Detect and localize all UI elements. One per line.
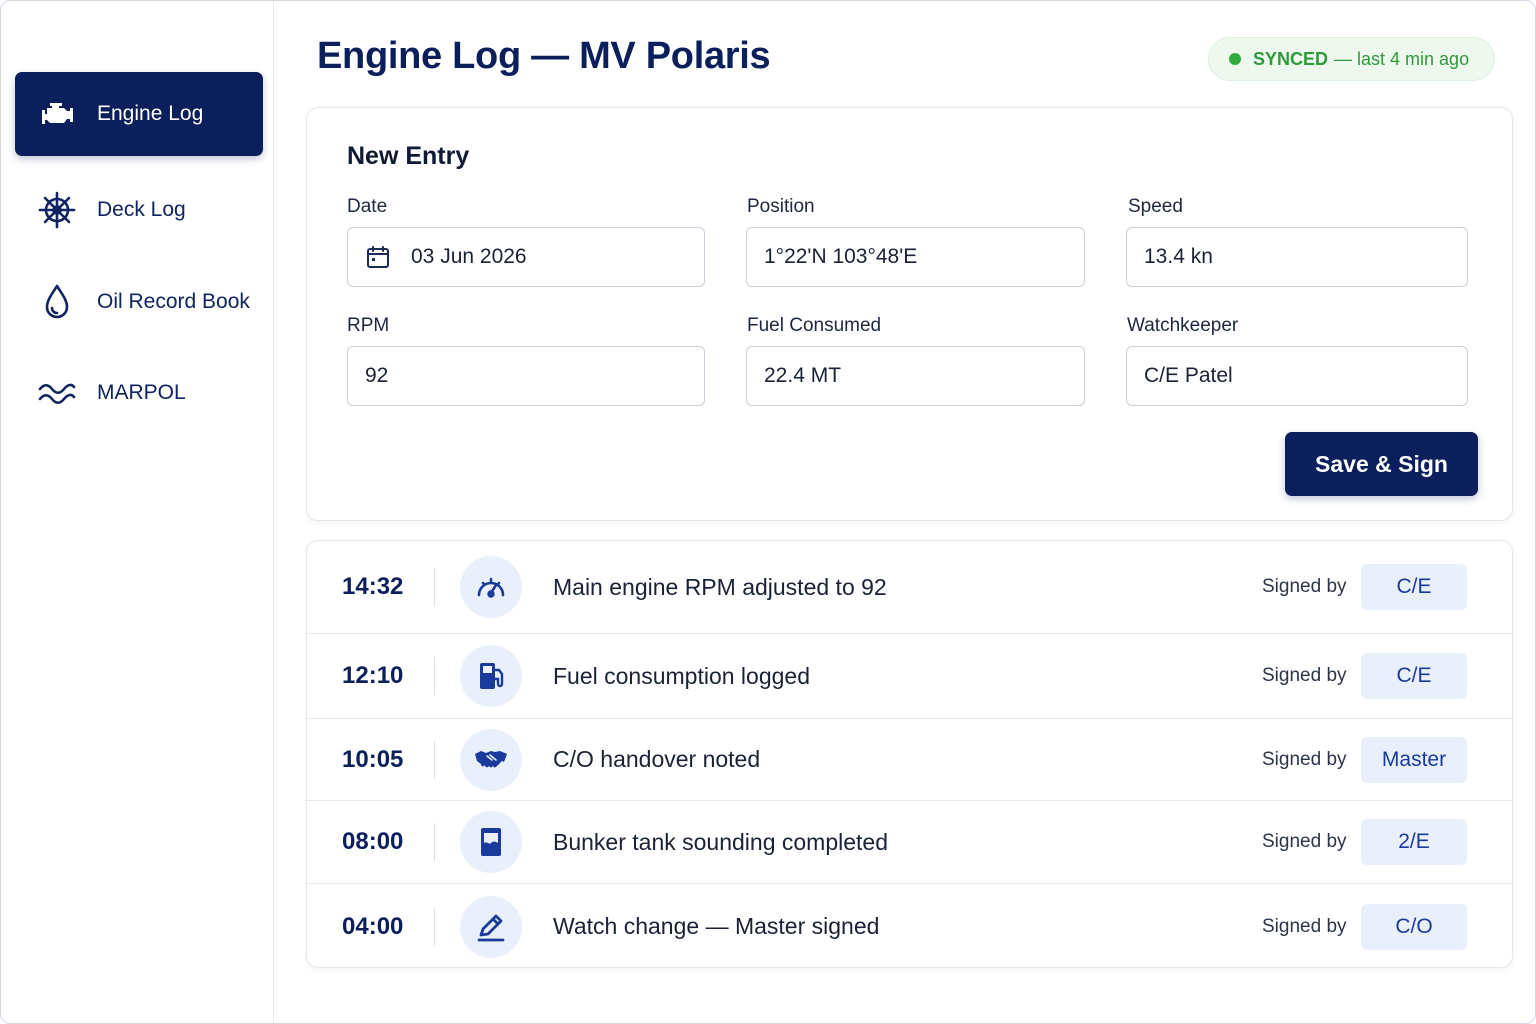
- log-text: Main engine RPM adjusted to 92: [553, 573, 887, 600]
- log-entries-list: 14:32 Main engine RPM adjusted to 92 Sig…: [306, 540, 1513, 968]
- divider: [434, 657, 435, 695]
- sidebar-item-oil-record-book[interactable]: Oil Record Book: [15, 260, 263, 344]
- sidebar-item-label: Deck Log: [97, 198, 186, 221]
- fuel-consumed-field[interactable]: 22.4 MT: [746, 346, 1085, 406]
- signed-by-label: Signed by: [1262, 915, 1347, 937]
- log-row[interactable]: 08:00 Bunker tank sounding completed Sig…: [307, 801, 1512, 884]
- log-time: 04:00: [342, 912, 404, 940]
- log-text: Bunker tank sounding completed: [553, 828, 888, 855]
- log-row[interactable]: 12:10 Fuel consumption logged Signed by …: [307, 634, 1512, 719]
- signed-by-label: Signed by: [1262, 665, 1347, 686]
- fuel-pump-icon: [460, 645, 522, 707]
- handshake-icon: [460, 728, 522, 791]
- log-time: 10:05: [342, 745, 404, 773]
- signer-badge: 2/E: [1361, 819, 1467, 865]
- sidebar-item-label: MARPOL: [97, 381, 186, 404]
- page-title: Engine Log — MV Polaris: [317, 35, 771, 77]
- watchkeeper-field[interactable]: C/E Patel: [1126, 346, 1468, 406]
- signer-badge: C/O: [1361, 903, 1467, 950]
- sidebar-item-label: Oil Record Book: [97, 290, 250, 313]
- signed-by-label: Signed by: [1262, 748, 1347, 770]
- sidebar-item-engine-log[interactable]: Engine Log: [15, 72, 263, 156]
- signed-by-label: Signed by: [1262, 831, 1347, 852]
- sidebar-item-deck-log[interactable]: Deck Log: [15, 168, 263, 252]
- tank-icon: [460, 811, 522, 873]
- ship-wheel-icon: [37, 190, 77, 230]
- calendar-icon: [367, 246, 389, 268]
- speed-label: Speed: [1128, 196, 1183, 217]
- divider: [434, 823, 435, 861]
- log-row[interactable]: 14:32 Main engine RPM adjusted to 92 Sig…: [307, 541, 1512, 634]
- oil-drop-icon: [37, 282, 77, 322]
- signer-badge: C/E: [1361, 564, 1467, 610]
- waves-icon: [37, 373, 77, 413]
- date-label: Date: [347, 196, 388, 217]
- sidebar-item-label: Engine Log: [97, 102, 204, 125]
- sidebar: Engine Log Deck Log Oil Record Book MARP…: [1, 1, 274, 1023]
- divider: [434, 740, 435, 779]
- new-entry-card: New Entry Date 03 Jun 2026 Position 1°22…: [306, 107, 1513, 521]
- log-text: C/O handover noted: [553, 746, 761, 772]
- divider: [434, 907, 435, 946]
- status-dot-icon: [1229, 53, 1241, 65]
- log-row[interactable]: 04:00 Watch change — Master signed Signe…: [307, 884, 1512, 967]
- fuel-consumed-label: Fuel Consumed: [747, 315, 882, 336]
- sidebar-item-marpol[interactable]: MARPOL: [15, 351, 263, 435]
- log-text: Fuel consumption logged: [553, 662, 810, 689]
- sync-status-badge: SYNCED — last 4 min ago: [1208, 37, 1495, 81]
- log-text: Watch change — Master signed: [553, 913, 880, 939]
- position-label: Position: [747, 196, 815, 217]
- engine-icon: [37, 94, 77, 134]
- rpm-label: RPM: [347, 315, 390, 336]
- log-time: 12:10: [342, 662, 404, 689]
- signer-badge: C/E: [1361, 653, 1467, 699]
- log-row[interactable]: 10:05 C/O handover noted Signed by Maste…: [307, 719, 1512, 801]
- pen-icon: [460, 895, 522, 958]
- watchkeeper-label: Watchkeeper: [1127, 315, 1239, 336]
- date-value: 03 Jun 2026: [411, 245, 527, 268]
- save-and-sign-button[interactable]: Save & Sign: [1285, 432, 1478, 496]
- signed-by-label: Signed by: [1262, 576, 1347, 597]
- sync-detail: — last 4 min ago: [1334, 48, 1470, 69]
- app-window: Engine Log Deck Log Oil Record Book MARP…: [0, 0, 1536, 1024]
- speed-field[interactable]: 13.4 kn: [1126, 227, 1468, 287]
- gauge-icon: [460, 556, 522, 618]
- entry-title: New Entry: [347, 142, 470, 170]
- sync-status: SYNCED: [1253, 48, 1329, 69]
- position-field[interactable]: 1°22'N 103°48'E: [746, 227, 1085, 287]
- date-field[interactable]: 03 Jun 2026: [347, 227, 705, 287]
- divider: [434, 568, 435, 606]
- rpm-field[interactable]: 92: [347, 346, 705, 406]
- log-time: 14:32: [342, 573, 404, 600]
- log-time: 08:00: [342, 828, 404, 855]
- signer-badge: Master: [1361, 736, 1467, 783]
